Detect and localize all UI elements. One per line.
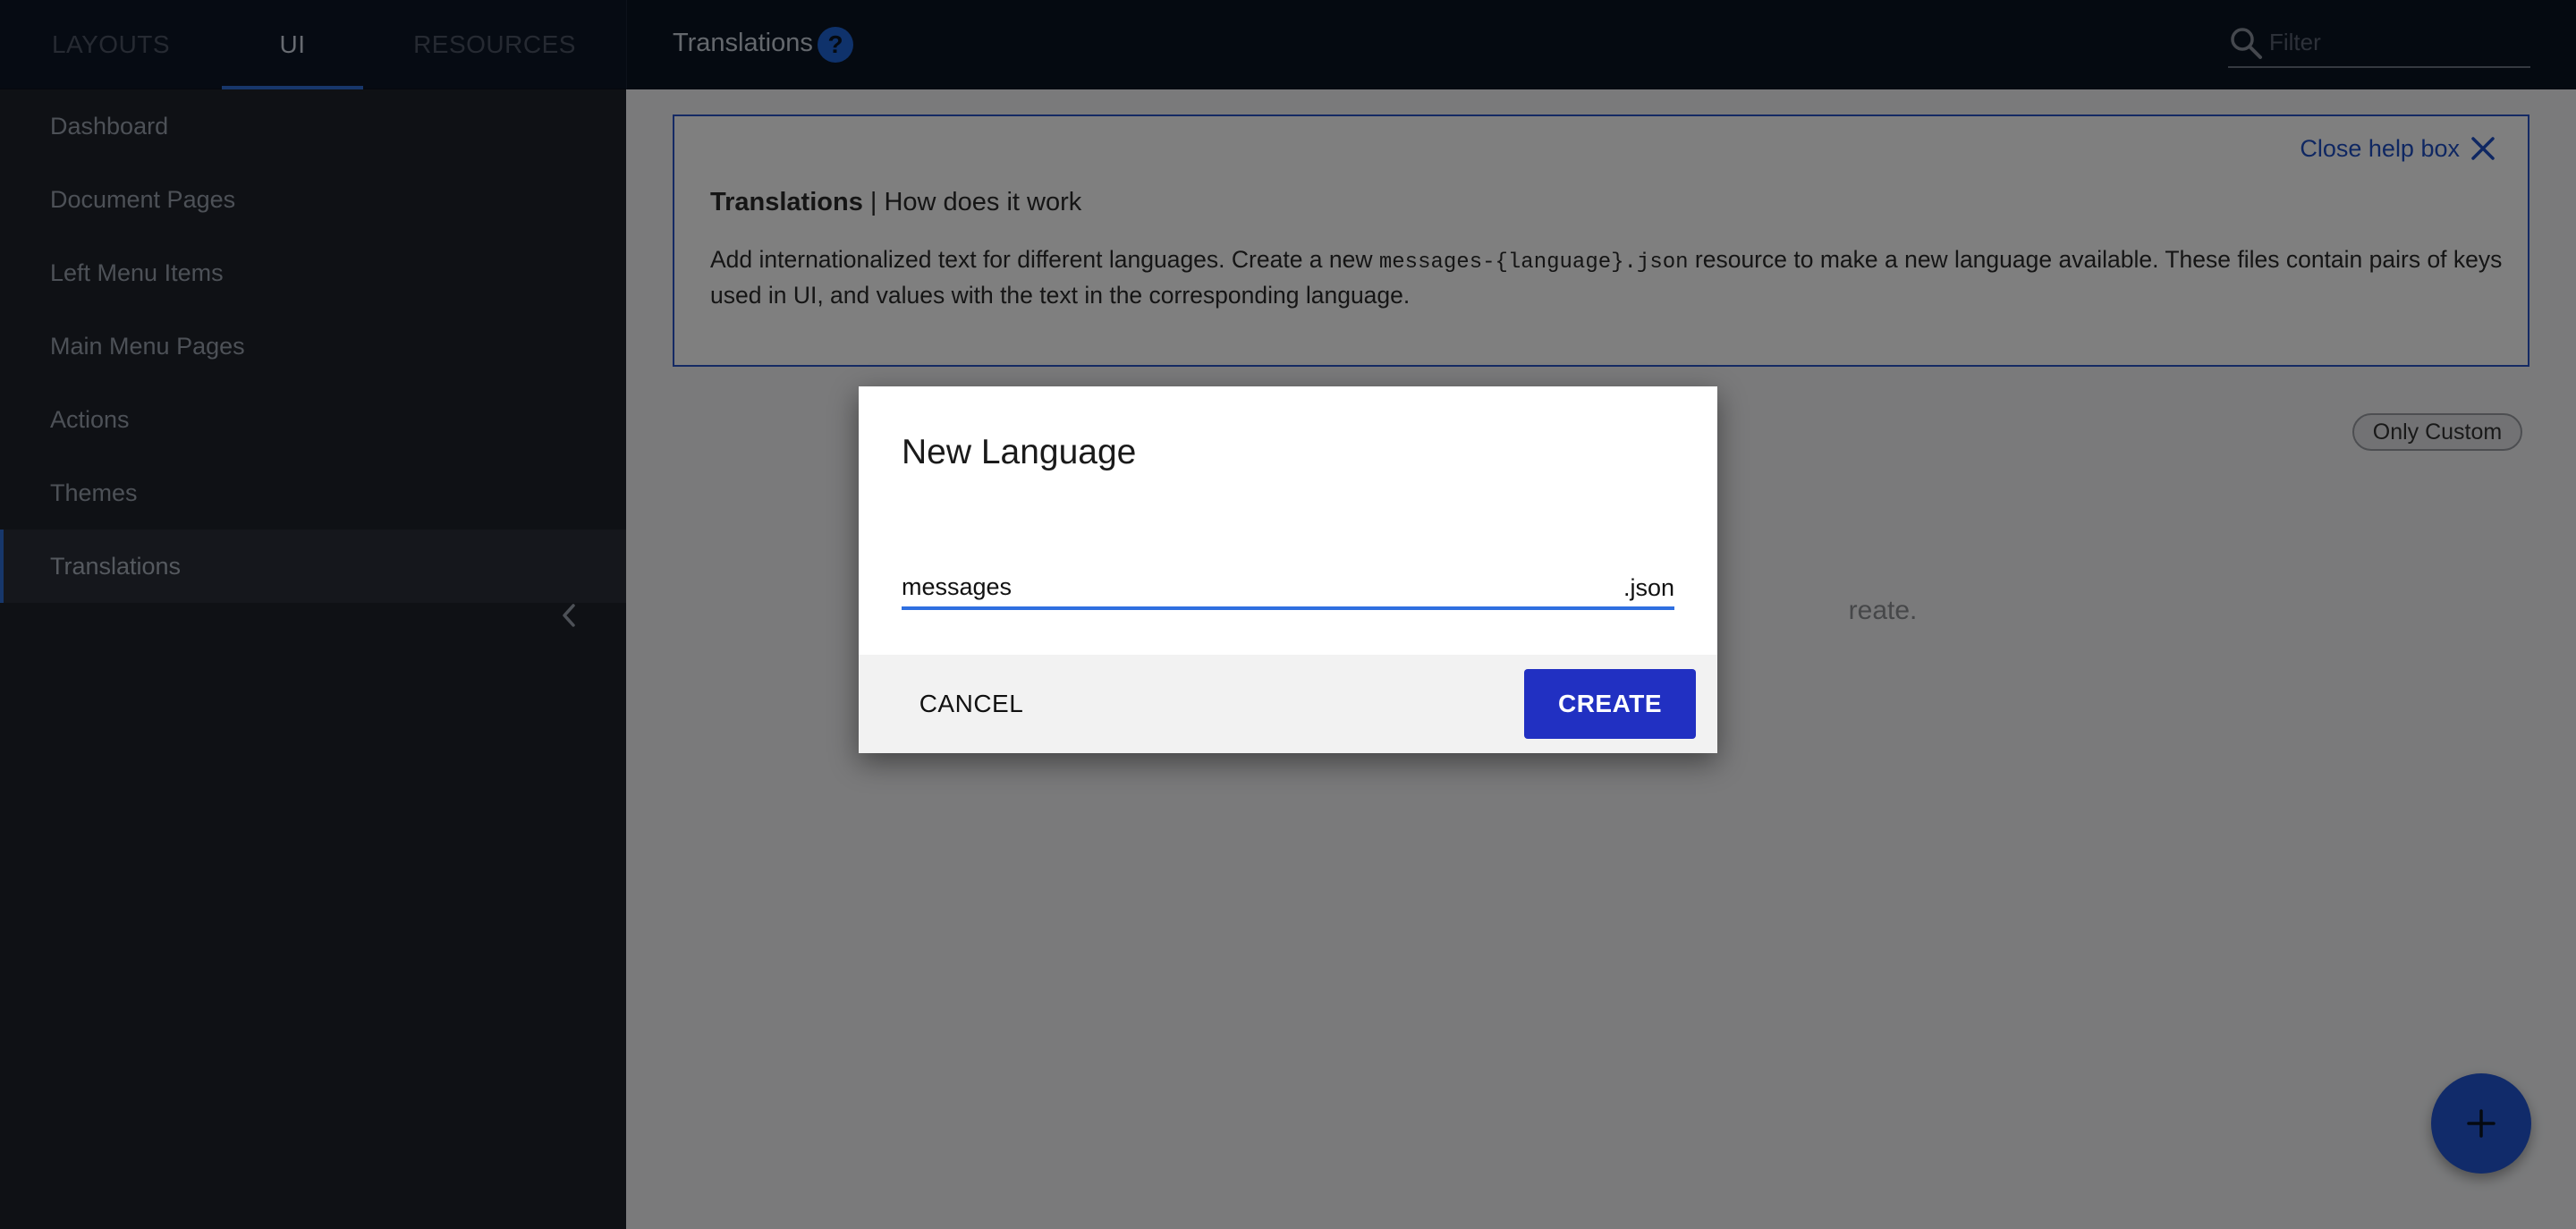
dialog-title: New Language — [902, 433, 1137, 471]
language-name-input[interactable] — [902, 571, 1599, 603]
language-field: .json — [902, 565, 1674, 610]
new-language-dialog: New Language .json CANCEL CREATE — [859, 386, 1717, 753]
cancel-button[interactable]: CANCEL — [902, 671, 1041, 737]
dialog-actions: CANCEL CREATE — [859, 655, 1717, 753]
create-button[interactable]: CREATE — [1524, 669, 1696, 739]
json-suffix: .json — [1623, 574, 1674, 601]
